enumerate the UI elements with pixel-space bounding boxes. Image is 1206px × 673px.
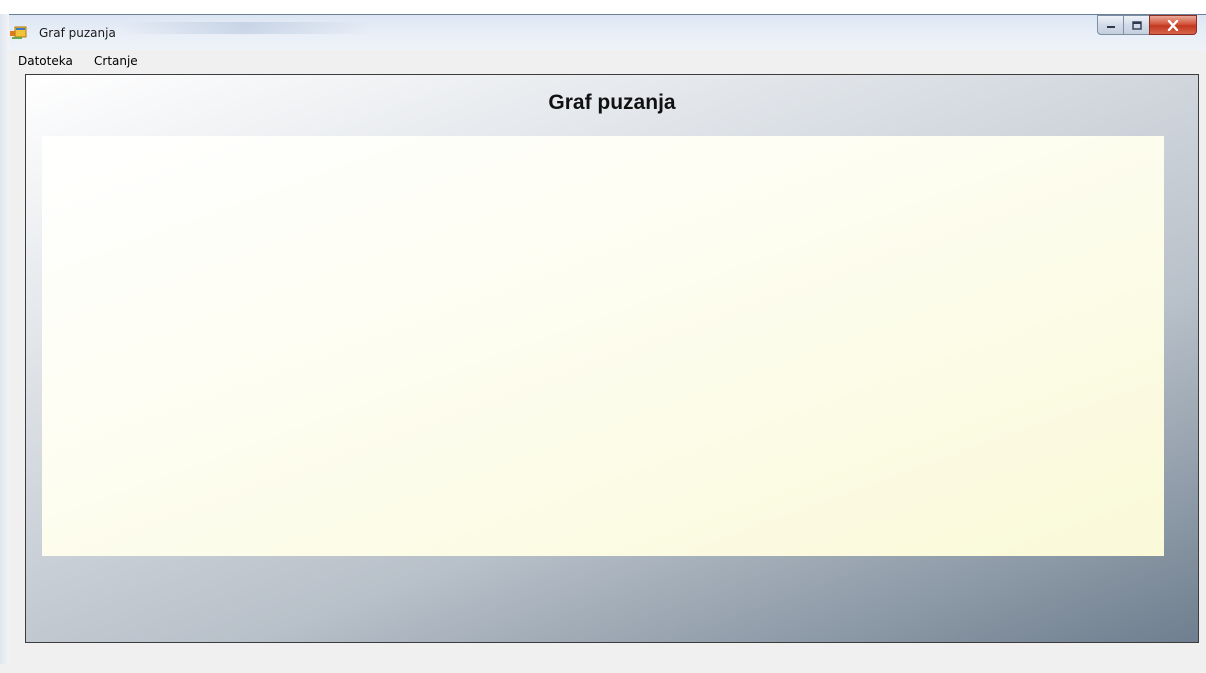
minimize-button[interactable]	[1097, 15, 1124, 35]
menu-bar: Datoteka Crtanje	[9, 50, 1206, 73]
title-bar[interactable]: Graf puzanja	[0, 14, 1206, 50]
close-icon	[1167, 19, 1179, 31]
window-bottom-border	[9, 664, 1206, 673]
plot-area[interactable]	[42, 136, 1164, 556]
menu-item-crtanje[interactable]: Crtanje	[94, 54, 138, 68]
window-left-border	[0, 14, 9, 664]
minimize-icon	[1106, 26, 1115, 28]
app-window-icon[interactable]	[9, 26, 27, 40]
window-title: Graf puzanja	[39, 26, 116, 40]
chart-panel: Graf puzanja	[25, 74, 1199, 643]
menu-item-datoteka[interactable]: Datoteka	[18, 54, 73, 68]
title-bar-reflection	[120, 22, 370, 34]
chart-title: Graf puzanja	[548, 91, 676, 114]
maximize-icon	[1131, 20, 1142, 30]
maximize-button[interactable]	[1123, 15, 1150, 35]
close-button[interactable]	[1149, 15, 1197, 35]
